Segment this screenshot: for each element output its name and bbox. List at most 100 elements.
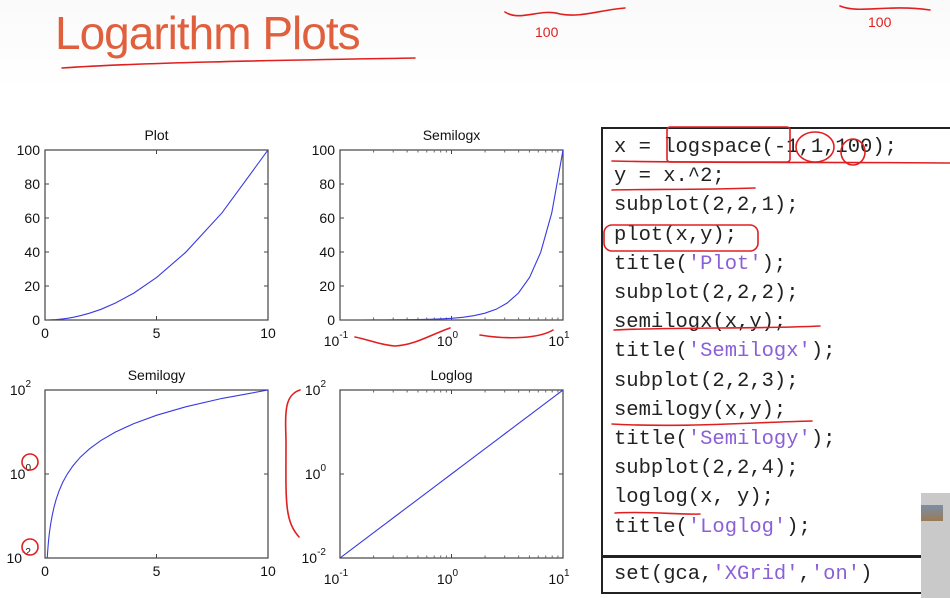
webcam-thumbnail [921,505,943,521]
tick-base: 20 [319,278,335,294]
x-tick-label: 100 [437,568,459,587]
chart-title: Plot [144,127,168,143]
subplot-loglog: Loglog10-1 100 10110-2100102 [302,367,570,587]
code-text: title( [614,340,688,364]
tick-base: 10 [548,571,564,587]
tick-exponent: 1 [564,330,570,341]
tick-base: 20 [24,278,40,294]
tick-base: 10 [324,571,340,587]
tick-base: 10 [10,382,26,398]
tick-base: 100 [312,142,336,158]
code-text: subplot(2,2,1); [614,194,799,218]
tick-base: 10 [7,550,23,566]
code-line: semilogy(x,y); [614,399,786,422]
code-text: plot(x,y); [614,223,738,247]
tick-base: 10 [10,466,26,482]
code-string: 'Semilogx' [687,340,811,364]
x-tick-label: 100 [437,330,459,349]
code-text: set(gca, [614,563,713,586]
y-tick-label: 100 [10,463,32,482]
tick-base: 0 [41,563,49,579]
code-text: ); [786,515,811,539]
subplot-semilogy: Semilogy0 5 1010-2100102 [7,367,276,579]
tick-base: 10 [305,466,321,482]
x-tick-label: 101 [548,330,570,349]
code-extra-box: set(gca,'XGrid','on') [601,556,950,594]
code-text: semilogx(x,y); [614,311,787,335]
y-tick-label: 40 [24,244,40,260]
code-line: y = x.^2; [614,165,725,188]
code-text: semilogy(x,y); [614,398,787,422]
y-tick-label: 0 [32,312,40,328]
y-tick-label: 60 [24,210,40,226]
code-text: title( [614,515,688,539]
code-text: loglog(x, y); [614,486,774,510]
tick-base: 80 [24,176,40,192]
tick-exponent: -1 [339,568,348,579]
tick-exponent: 0 [453,568,459,579]
axes-box [44,149,269,321]
axes-box [339,149,564,321]
code-string: 'Semilogy' [687,428,811,451]
code-line: title('Semilogx'); [614,340,835,363]
tick-base: 60 [24,210,40,226]
tick-base: 60 [319,210,335,226]
y-tick-label: 80 [319,176,335,192]
tick-base: 10 [260,325,276,341]
y-tick-label: 60 [319,210,335,226]
tick-base: 100 [17,142,41,158]
subplot-semilogx: Semilogx10-1 100 101020406080100 [312,127,570,349]
code-string: 'Loglog' [687,515,787,539]
x-tick-label: 5 [153,563,161,579]
tick-base: 0 [327,312,335,328]
code-string: 'Plot' [687,252,762,276]
x-tick-label: 0 [41,325,49,341]
tick-base: 5 [153,325,161,341]
subplot-plot: Plot0 5 10020406080100 [17,127,276,341]
tick-exponent: -1 [339,330,348,341]
tick-exponent: 2 [25,379,31,390]
tick-base: 5 [153,563,161,579]
tick-exponent: 0 [25,463,31,474]
tick-base: 10 [260,563,276,579]
tick-exponent: -2 [317,547,326,558]
tick-exponent: 2 [320,379,326,390]
code-text: subplot(2,2,2); [614,282,799,305]
code-line: subplot(2,2,2); [614,282,799,305]
code-line: title('Semilogy'); [614,428,835,451]
code-text: ); [761,252,787,276]
code-text: ) [860,563,873,586]
code-line: subplot(2,2,1); [614,194,799,217]
tick-base: 10 [437,571,453,587]
code-text: title( [614,252,688,276]
code-text: title( [614,428,688,451]
x-tick-label: 5 [153,325,161,341]
y-tick-label: 10-2 [302,547,327,566]
code-line: loglog(x, y); [614,486,774,509]
code-line: set(gca,'XGrid','on') [614,563,872,586]
x-tick-label: 10 [260,563,276,579]
chart-title: Semilogx [423,127,481,143]
y-tick-label: 80 [24,176,40,192]
x-tick-label: 101 [548,568,570,587]
code-text: , [798,563,811,586]
chart-title: Semilogy [128,367,186,383]
chart-title: Loglog [430,367,472,383]
y-tick-label: 20 [24,278,40,294]
tick-base: 10 [437,333,453,349]
code-text: subplot(2,2,3); [614,369,799,393]
y-tick-label: 10-2 [7,547,32,566]
code-line: subplot(2,2,3); [614,370,799,393]
tick-base: 10 [324,333,340,349]
y-tick-label: 100 [305,463,327,482]
code-string: 'on' [810,563,861,586]
code-line: plot(x,y); [614,224,737,247]
code-line: title('Loglog'); [614,516,811,539]
code-line: semilogx(x,y); [614,311,786,334]
tick-base: 10 [302,550,318,566]
tick-base: 10 [548,333,564,349]
tick-exponent: 0 [320,463,326,474]
tick-base: 0 [32,312,40,328]
code-line: title('Plot'); [614,253,786,276]
tick-exponent: 1 [564,568,570,579]
